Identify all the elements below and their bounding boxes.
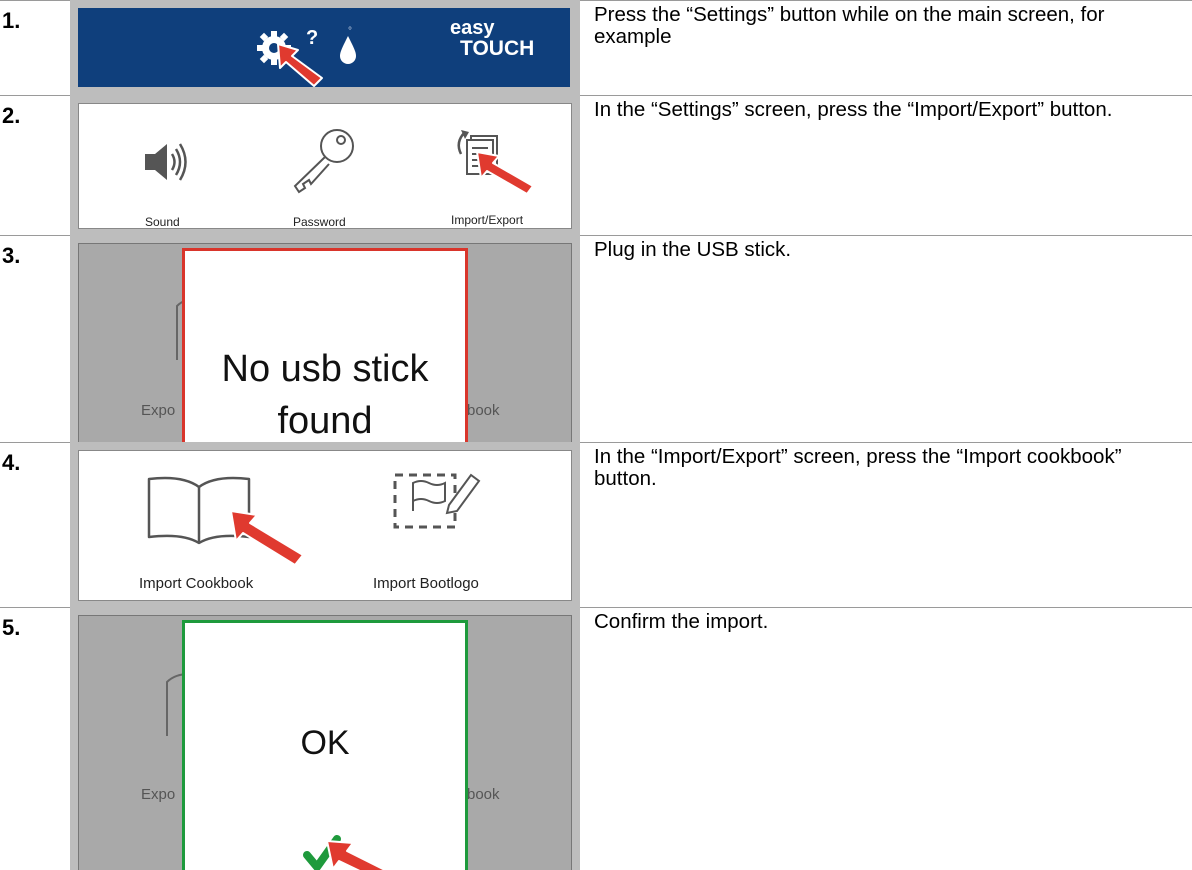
ghost-label-export: Expo	[141, 786, 176, 803]
import-export-screen: Import Cookbook Import Bootlogo	[78, 450, 572, 601]
water-drop-icon: °	[340, 26, 356, 64]
dialog-message-line2: found	[277, 400, 373, 442]
step-2: 2. Sound Password Import/Export In the “…	[0, 95, 1192, 235]
step-figure: Sound Password Import/Export	[70, 95, 580, 235]
step-number: 2.	[2, 103, 21, 128]
step-5: 5. Expo book OK Confirm the import.	[0, 607, 1192, 870]
step-description: Press the “Settings” button while on the…	[594, 3, 1105, 48]
step-description: Confirm the import.	[594, 610, 769, 633]
no-usb-dialog: No usb stick found	[182, 248, 468, 442]
step-description: Plug in the USB stick.	[594, 238, 792, 261]
dialog-message: OK	[300, 724, 350, 762]
step-number: 4.	[2, 450, 21, 475]
brand-touch: TOUCH	[460, 37, 535, 60]
step-number: 5.	[2, 615, 21, 640]
pointer-arrow-icon	[476, 151, 534, 195]
import-cookbook-label: Import Cookbook	[139, 575, 254, 592]
password-label: Password	[293, 215, 346, 229]
main-screen-banner: ? ° easy TOUCH	[78, 8, 570, 87]
step-figure: Expo book OK	[70, 607, 580, 870]
step-description: In the “Import/Export” screen, press the…	[594, 445, 1122, 490]
step-3: 3. Expo book No usb stick found Plug in …	[0, 235, 1192, 442]
ghost-label-export: Expo	[141, 402, 176, 419]
settings-screen: Sound Password Import/Export	[78, 103, 572, 229]
import-export-label: Import/Export	[451, 213, 524, 227]
step-number: 3.	[2, 243, 21, 268]
step-figure: Expo book No usb stick found	[70, 235, 580, 442]
confirm-dialog: OK	[182, 620, 468, 870]
dialog-message-line1: No usb stick	[221, 348, 429, 390]
pointer-arrow-icon	[326, 840, 388, 870]
key-icon	[293, 129, 354, 194]
step-1: 1. ? ° easy TOUCH Press the “Settings” b…	[0, 0, 1192, 95]
sound-label: Sound	[145, 215, 180, 229]
dimmed-screen: Expo book OK	[78, 615, 572, 870]
brand-easy: easy	[450, 17, 495, 39]
speaker-icon	[145, 143, 187, 181]
step-number: 1.	[2, 8, 21, 33]
ghost-label-cookbook: book	[467, 402, 500, 419]
step-figure: Import Cookbook Import Bootlogo	[70, 442, 580, 607]
step-4: 4. Import Cookbook Import Bootlogo In th…	[0, 442, 1192, 607]
dimmed-screen: Expo book No usb stick found	[78, 243, 572, 442]
ghost-label-cookbook: book	[467, 786, 500, 803]
instruction-steps: 1. ? ° easy TOUCH Press the “Settings” b…	[0, 0, 1192, 870]
bootlogo-icon	[393, 473, 481, 529]
pointer-arrow-icon	[277, 43, 323, 87]
import-bootlogo-label: Import Bootlogo	[373, 575, 479, 592]
svg-text:°: °	[348, 26, 352, 37]
pointer-arrow-icon	[230, 510, 304, 566]
step-figure: ? ° easy TOUCH	[70, 0, 580, 95]
step-description: In the “Settings” screen, press the “Imp…	[594, 98, 1113, 121]
